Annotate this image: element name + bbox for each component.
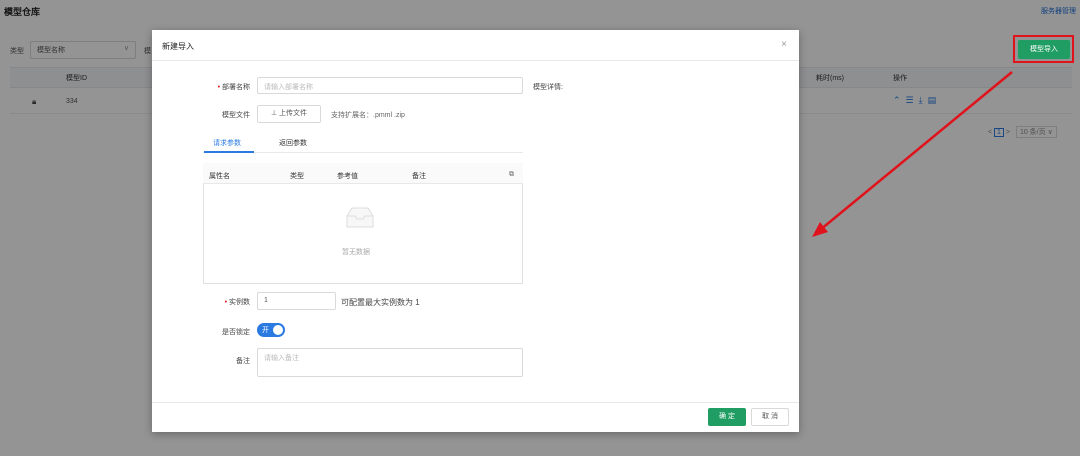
toggle-text: 开 — [262, 327, 269, 334]
col-type: 类型 — [290, 173, 304, 180]
tab-active-indicator — [204, 151, 254, 153]
instances-label: • 实例数 — [224, 299, 250, 306]
copy-icon[interactable]: ⧉ — [509, 171, 514, 179]
tab-response-params[interactable]: 返回参数 — [279, 138, 307, 148]
upload-file-button[interactable]: ⊥ 上传文件 — [257, 105, 321, 123]
col-ref-value: 参考值 — [337, 173, 358, 180]
params-table-header — [203, 163, 523, 184]
model-detail-label: 模型详情: — [533, 84, 563, 91]
confirm-button[interactable]: 确 定 — [708, 408, 746, 426]
upload-icon: ⊥ — [270, 110, 280, 117]
cancel-button[interactable]: 取 消 — [751, 408, 789, 426]
new-import-modal: 新建导入 × • 部署名称 请输入部署名称 模型详情: 模型文件 ⊥ 上传文件 … — [152, 30, 799, 432]
modal-divider — [152, 60, 799, 61]
col-remark: 备注 — [412, 173, 426, 180]
modal-title: 新建导入 — [162, 42, 194, 51]
lock-label: 是否锁定 — [222, 329, 250, 336]
deploy-name-input[interactable]: 请输入部署名称 — [257, 77, 523, 94]
toggle-knob — [273, 325, 283, 335]
col-attr-name: 属性名 — [209, 173, 230, 180]
file-extension-hint: 支持扩展名：.pmml .zip — [331, 112, 405, 119]
remark-textarea[interactable]: 请输入备注 — [257, 348, 523, 377]
close-icon[interactable]: × — [781, 39, 787, 50]
deploy-name-label: • 部署名称 — [217, 84, 250, 91]
lock-toggle[interactable]: 开 — [257, 323, 285, 337]
modal-footer-divider — [152, 402, 799, 403]
model-file-label: 模型文件 — [222, 112, 250, 119]
empty-box-icon — [346, 207, 374, 228]
tab-request-params[interactable]: 请求参数 — [213, 138, 241, 148]
instances-hint: 可配置最大实例数为 1 — [341, 298, 420, 307]
remark-label: 备注 — [236, 358, 250, 365]
instances-input[interactable]: 1 — [257, 292, 336, 310]
empty-text: 暂无数据 — [342, 249, 370, 256]
